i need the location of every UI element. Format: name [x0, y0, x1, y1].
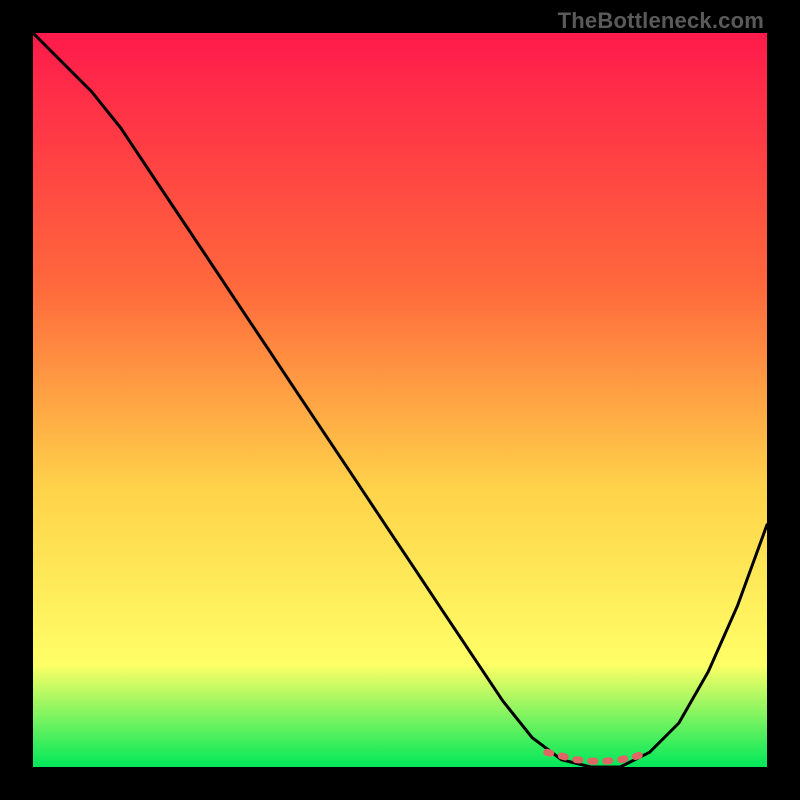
chart-svg — [33, 33, 767, 767]
gradient-background — [33, 33, 767, 767]
chart-frame: { "watermark": "TheBottleneck.com", "col… — [0, 0, 800, 800]
plot-area — [33, 33, 767, 767]
watermark-text: TheBottleneck.com — [558, 8, 764, 34]
